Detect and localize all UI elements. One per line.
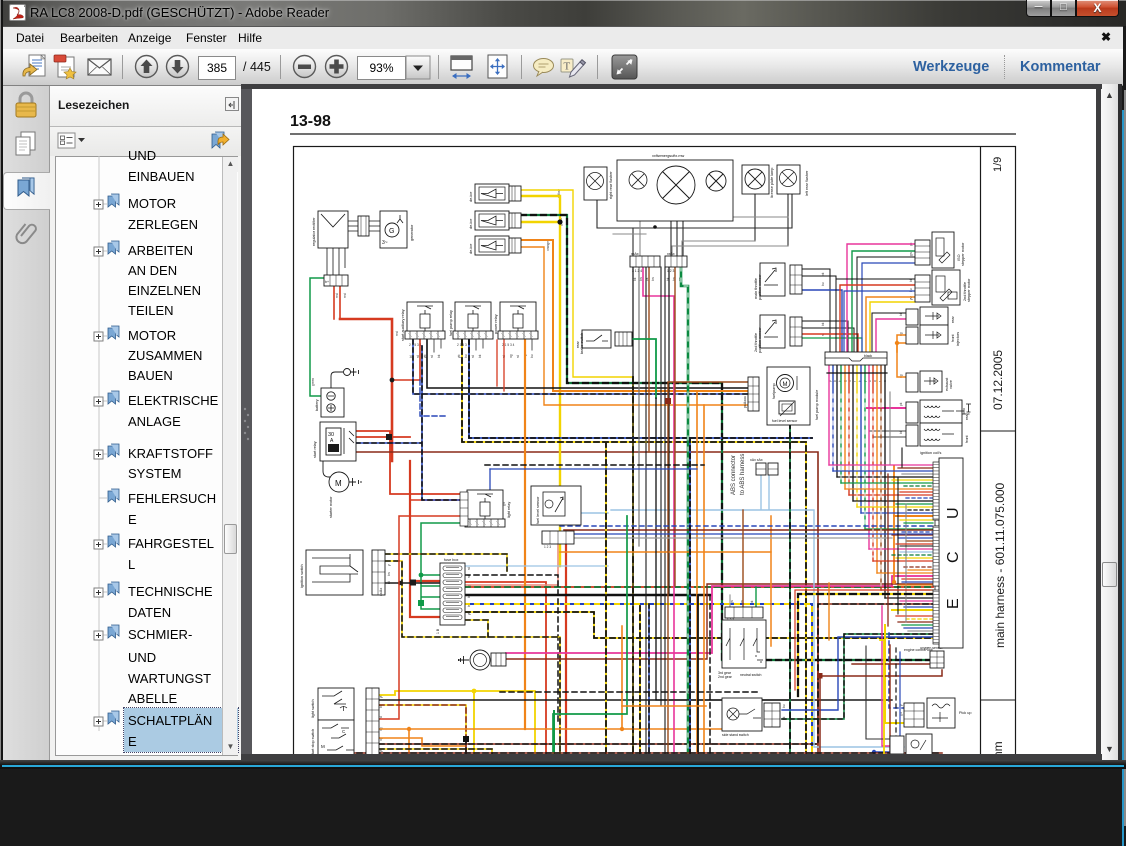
svg-text:position sensor: position sensor	[758, 274, 762, 300]
svg-text:rd: rd	[471, 355, 475, 358]
svg-text:07.12.2005: 07.12.2005	[991, 350, 1005, 410]
svg-text:red: red	[335, 293, 339, 298]
svg-text:rear: rear	[951, 316, 955, 323]
svg-text:G: G	[389, 228, 394, 235]
svg-text:rd: rd	[467, 567, 471, 570]
svg-text:side stand switch: side stand switch	[722, 733, 749, 737]
svg-text:3 1 2 4: 3 1 2 4	[632, 269, 642, 273]
svg-text:battery: battery	[315, 399, 319, 411]
svg-text:gn: gn	[909, 252, 913, 256]
svg-text:fuelpump: fuelpump	[772, 383, 776, 399]
svg-text:ignition coil's: ignition coil's	[920, 451, 942, 455]
svg-text:M: M	[321, 744, 325, 749]
svg-text:1/9: 1/9	[992, 157, 1004, 172]
svg-text:xAx xAx: xAx xAx	[750, 458, 763, 462]
svg-text:position sensor: position sensor	[758, 327, 762, 353]
svg-text:bk: bk	[821, 272, 825, 276]
svg-text:rear: rear	[965, 413, 969, 420]
svg-text:starter motor: starter motor	[329, 496, 333, 518]
svg-text:yxAxxx: yxAxxx	[743, 396, 747, 408]
svg-text:fuel level sensor: fuel level sensor	[772, 419, 798, 423]
svg-text:de-ice: de-ice	[469, 192, 473, 202]
svg-text:rd: rd	[516, 355, 520, 358]
svg-text:stepper motor: stepper motor	[967, 278, 971, 302]
svg-text:de-ice: de-ice	[469, 219, 473, 229]
svg-text:bn: bn	[387, 572, 391, 576]
svg-text:regulator rectifier: regulator rectifier	[312, 217, 316, 246]
svg-text:C: C	[945, 551, 962, 563]
svg-text:1 2 3: 1 2 3	[667, 269, 674, 273]
svg-text:fuel pump relay: fuel pump relay	[449, 310, 453, 336]
svg-text:red: red	[395, 331, 399, 336]
svg-text:neutral switch: neutral switch	[740, 673, 761, 677]
svg-text:xxAx: xxAx	[667, 252, 675, 256]
svg-text:xxAx: xxAx	[379, 588, 383, 596]
svg-text:generator: generator	[410, 224, 414, 241]
svg-text:3~: 3~	[382, 240, 388, 246]
svg-text:stepper motor: stepper motor	[961, 242, 965, 266]
svg-text:brake switch: brake switch	[580, 333, 584, 354]
svg-text:left rear flasher: left rear flasher	[805, 170, 809, 196]
svg-text:fuse box: fuse box	[444, 558, 458, 562]
svg-text:start stop switch: start stop switch	[311, 729, 315, 756]
svg-text:license plate lamp: license plate lamp	[770, 168, 774, 198]
svg-text:E: E	[945, 598, 962, 609]
svg-text:M: M	[335, 479, 342, 488]
svg-text:orange: orange	[546, 241, 550, 251]
svg-text:1 2 3: 1 2 3	[544, 545, 551, 549]
svg-text:green: green	[311, 378, 315, 386]
svg-text:bk: bk	[821, 322, 825, 326]
svg-text:light switch: light switch	[311, 699, 315, 718]
svg-text:front: front	[965, 434, 969, 443]
svg-text:start auxiliary relay: start auxiliary relay	[401, 309, 405, 341]
svg-text:bu: bu	[821, 282, 825, 286]
svg-text:bk: bk	[437, 354, 441, 358]
svg-text:M: M	[783, 382, 788, 388]
svg-text:ignition switch: ignition switch	[300, 564, 304, 588]
svg-text:fuel level sensor: fuel level sensor	[536, 496, 540, 524]
svg-text:2nd gear: 2nd gear	[718, 675, 733, 679]
svg-text:xxftwmergsuftx.mw: xxftwmergsuftx.mw	[652, 154, 685, 158]
svg-text:T: T	[564, 61, 571, 73]
svg-text:fuel pump module: fuel pump module	[815, 390, 819, 420]
svg-text:black: black	[864, 354, 872, 358]
svg-text:to ABS harness: to ABS harness	[740, 454, 746, 495]
svg-text:b+: b+	[325, 280, 329, 284]
svg-text:front: front	[951, 333, 955, 342]
svg-text:13-98: 13-98	[290, 113, 331, 130]
svg-text:de-ice: de-ice	[469, 244, 473, 254]
svg-text:valve: valve	[949, 380, 953, 389]
svg-text:main harness - 601.11.075.00: main harness - 601.11.075.000	[993, 482, 1007, 648]
svg-text:bn: bn	[651, 277, 655, 281]
svg-text:yb: yb	[457, 354, 461, 358]
svg-text:red: red	[343, 293, 347, 298]
svg-text:bu: bu	[782, 704, 786, 708]
svg-text:Pick up: Pick up	[959, 711, 971, 715]
svg-text:bu: bu	[464, 354, 468, 358]
svg-text:bk: bk	[478, 354, 482, 358]
svg-text:og: og	[509, 354, 513, 358]
svg-text:injectors: injectors	[956, 332, 960, 346]
svg-text:1 B: 1 B	[436, 628, 440, 634]
svg-text:light relay: light relay	[507, 502, 511, 518]
svg-text:yw: yw	[909, 295, 913, 300]
svg-text:start relay: start relay	[313, 441, 317, 458]
svg-text:right rear flasher: right rear flasher	[609, 171, 613, 199]
svg-text:power relay: power relay	[494, 314, 498, 334]
svg-text:pk: pk	[899, 402, 903, 406]
svg-text:bu: bu	[530, 354, 534, 358]
svg-text:engine control unit: engine control unit	[904, 648, 933, 652]
svg-text:ABS connector: ABS connector	[731, 455, 737, 495]
svg-text:rd: rd	[430, 355, 434, 358]
svg-text:U: U	[945, 507, 962, 519]
svg-text:xxAx: xxAx	[631, 252, 639, 256]
